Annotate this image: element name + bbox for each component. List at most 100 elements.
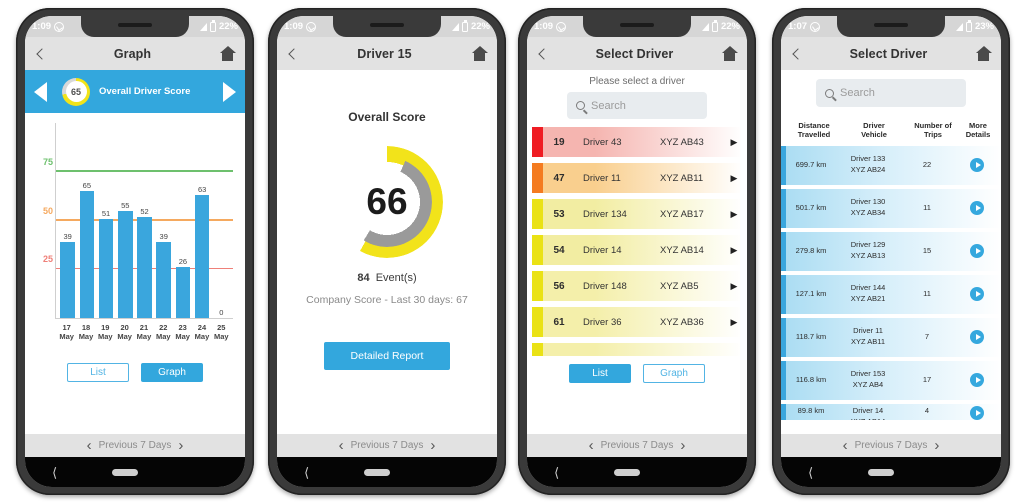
bar-column[interactable]: 0	[212, 123, 231, 318]
cell-more-details[interactable]	[953, 158, 1001, 173]
table-row[interactable]: 699.7 km Driver 133 XYZ AB24 22	[781, 145, 1001, 185]
chevron-left-icon[interactable]: ‹	[843, 438, 848, 453]
home-icon[interactable]	[219, 46, 236, 61]
app-bar-3: Select Driver	[527, 37, 747, 74]
play-icon[interactable]	[970, 244, 984, 259]
nav-home-pill[interactable]	[363, 468, 390, 476]
arrow-left-icon[interactable]	[34, 81, 47, 102]
cell-more-details[interactable]	[953, 287, 1001, 302]
chevron-right-icon[interactable]: ▶	[726, 245, 742, 256]
list-item[interactable]: 47 Driver 11 XYZ AB11 ▶	[532, 163, 742, 193]
bar[interactable]	[194, 195, 210, 318]
cell-driver-vehicle: Driver 11 XYZ AB11	[850, 326, 886, 347]
chevron-left-icon[interactable]: ‹	[589, 438, 594, 453]
bar-column[interactable]: 65	[77, 123, 96, 318]
score-color-chip	[532, 235, 543, 265]
nav-back-icon[interactable]: ⟨	[808, 466, 813, 479]
chevron-right-icon[interactable]: ›	[430, 438, 435, 453]
bar[interactable]	[137, 216, 152, 318]
table-row[interactable]: 89.8 km Driver 14XYZ AB14 4	[781, 403, 1001, 420]
nav-home-pill[interactable]	[111, 468, 138, 476]
bar-column[interactable]: 55	[116, 123, 135, 318]
detailed-report-button[interactable]: Detailed Report	[324, 342, 450, 370]
screen-1: 1:09 22% Graph 65 Overall Driver Score 7…	[25, 16, 245, 487]
nav-back-icon[interactable]: ⟨	[52, 466, 57, 479]
cell-more-details[interactable]	[953, 330, 1001, 345]
chevron-right-icon[interactable]: ▶	[726, 209, 742, 220]
table-row[interactable]: 501.7 km Driver 130 XYZ AB34 11	[781, 188, 1001, 228]
home-icon[interactable]	[721, 46, 738, 61]
list-item[interactable]: 19 Driver 43 XYZ AB43 ▶	[532, 127, 742, 157]
table-row[interactable]: 279.8 km Driver 129 XYZ AB13 15	[781, 231, 1001, 271]
x-tick-label: 20 May	[117, 323, 132, 342]
chevron-right-icon[interactable]: ▶	[726, 317, 742, 328]
bar[interactable]	[98, 218, 114, 318]
chevron-right-icon[interactable]: ▶	[726, 173, 742, 184]
list-item[interactable]: 56 Driver 148 XYZ AB5 ▶	[532, 271, 742, 301]
status-time: 1:09	[534, 21, 554, 32]
previous-7-days-bar[interactable]: ‹ Previous 7 Days ›	[277, 434, 497, 457]
table-row[interactable]: 127.1 km Driver 144 XYZ AB21 11	[781, 274, 1001, 314]
previous-7-days-bar[interactable]: ‹ Previous 7 Days ›	[25, 434, 245, 457]
chevron-right-icon[interactable]: ›	[178, 438, 183, 453]
cell-more-details[interactable]	[953, 404, 1001, 420]
search-input[interactable]: Search	[567, 92, 707, 119]
signal-icon	[451, 22, 459, 31]
search-input[interactable]: Search	[816, 79, 966, 107]
chevron-right-icon[interactable]: ›	[680, 438, 685, 453]
android-nav-bar: ⟨	[277, 457, 497, 487]
table-row[interactable]: 118.7 km Driver 11 XYZ AB11 7	[781, 317, 1001, 357]
home-icon[interactable]	[975, 46, 992, 61]
cell-distance: 89.8 km	[797, 405, 825, 415]
chart-x-axis: 17 May 18 May 19 May 20 May 21 May 22 May 23 May 24 May…	[55, 323, 233, 342]
list-item[interactable]: 53 Driver 134 XYZ AB17 ▶	[532, 199, 742, 229]
battery-icon	[965, 20, 972, 32]
bar[interactable]	[175, 267, 191, 318]
list-toggle-button[interactable]: List	[67, 363, 129, 382]
bar-column[interactable]: 51	[96, 123, 115, 318]
graph-toggle-button[interactable]: Graph	[643, 364, 705, 383]
list-item[interactable]: 61 Driver 36 XYZ AB36 ▶	[532, 307, 742, 337]
bar-column[interactable]: 63	[193, 123, 212, 318]
chevron-left-icon[interactable]: ‹	[87, 438, 92, 453]
bar-column[interactable]: 39	[58, 123, 77, 318]
play-icon[interactable]	[970, 158, 984, 173]
chevron-right-icon[interactable]: ▶	[726, 137, 742, 148]
banner-label: Overall Driver Score	[99, 86, 191, 97]
cell-more-details[interactable]	[953, 201, 1001, 216]
nav-back-icon[interactable]: ⟨	[304, 466, 309, 479]
chevron-left-icon[interactable]: ‹	[339, 438, 344, 453]
bar-column[interactable]: 39	[154, 123, 173, 318]
previous-7-days-bar[interactable]: ‹ Previous 7 Days ›	[781, 434, 1001, 457]
list-toggle-button[interactable]: List	[569, 364, 631, 383]
nav-back-icon[interactable]: ⟨	[554, 466, 559, 479]
bar[interactable]	[117, 210, 133, 318]
bar-column[interactable]: 52	[135, 123, 154, 318]
cell-distance: 116.8 km	[795, 374, 827, 384]
play-icon[interactable]	[970, 201, 984, 216]
whatsapp-icon	[556, 21, 567, 32]
bar[interactable]	[60, 241, 75, 318]
home-icon[interactable]	[471, 46, 488, 61]
nav-home-pill[interactable]	[613, 468, 640, 476]
chevron-right-icon[interactable]: ▶	[726, 281, 742, 292]
nav-home-pill[interactable]	[867, 468, 894, 476]
play-icon[interactable]	[970, 405, 984, 420]
list-item[interactable]: 54 Driver 14 XYZ AB14 ▶	[532, 235, 742, 265]
play-icon[interactable]	[970, 373, 984, 388]
x-tick-label: 23 May	[175, 323, 190, 342]
play-icon[interactable]	[970, 287, 984, 302]
arrow-right-icon[interactable]	[223, 81, 236, 102]
previous-7-days-bar[interactable]: ‹ Previous 7 Days ›	[527, 434, 747, 457]
graph-toggle-button[interactable]: Graph	[141, 363, 203, 382]
list-item-partial[interactable]	[532, 343, 742, 356]
cell-more-details[interactable]	[953, 244, 1001, 259]
bar[interactable]	[156, 241, 171, 318]
play-icon[interactable]	[970, 330, 984, 345]
bar[interactable]	[79, 191, 95, 318]
chevron-right-icon[interactable]: ›	[934, 438, 939, 453]
table-row[interactable]: 116.8 km Driver 153 XYZ AB4 17	[781, 360, 1001, 400]
cell-more-details[interactable]	[953, 373, 1001, 388]
bar-column[interactable]: 26	[173, 123, 192, 318]
whatsapp-icon	[306, 21, 317, 32]
